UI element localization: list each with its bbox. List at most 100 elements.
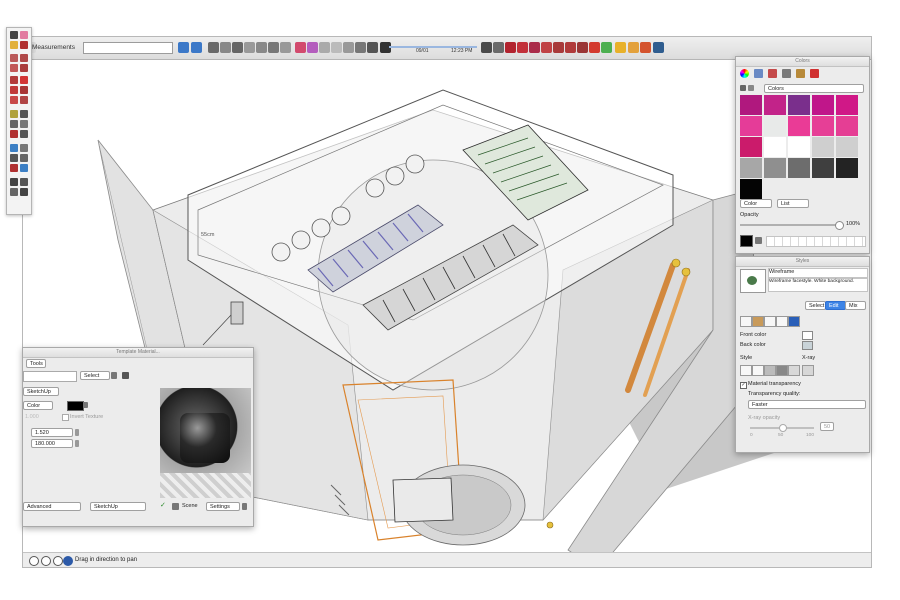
arc-tool-icon[interactable] (20, 54, 28, 62)
update-style-icon[interactable] (747, 276, 757, 285)
pencil-icon[interactable] (615, 42, 626, 53)
offset-tool-icon[interactable] (20, 96, 28, 104)
dimension-tool-icon[interactable] (20, 110, 28, 118)
geolocation-icon[interactable] (29, 556, 39, 566)
back-view-icon[interactable] (268, 42, 279, 53)
protractor-tool-icon[interactable] (10, 120, 18, 128)
move-tool-icon[interactable] (20, 76, 28, 84)
color-wheel-icon[interactable] (740, 69, 749, 78)
hidden-line-icon[interactable] (331, 42, 342, 53)
home-view-icon[interactable] (232, 42, 243, 53)
location-icon[interactable] (640, 42, 651, 53)
print-icon[interactable] (208, 42, 219, 53)
settings-button[interactable]: Settings (206, 502, 240, 511)
polygon-tool-icon[interactable] (20, 64, 28, 72)
palette-swatch[interactable] (788, 137, 810, 157)
preset-select[interactable]: Advanced (23, 502, 81, 511)
stepper-2-icon[interactable] (75, 440, 79, 447)
iso-view-icon[interactable] (220, 42, 231, 53)
palette-swatch[interactable] (812, 158, 834, 178)
background-settings-icon[interactable] (764, 316, 776, 327)
credits-icon[interactable] (41, 556, 51, 566)
image-palettes-icon[interactable] (782, 69, 791, 78)
undo-icon[interactable] (178, 42, 189, 53)
line-tool-icon[interactable] (20, 41, 28, 49)
palette-swatch[interactable] (836, 137, 858, 157)
color-dropdown[interactable]: Color (740, 199, 772, 208)
color-palettes-icon[interactable] (768, 69, 777, 78)
circle-tool-icon[interactable] (10, 64, 18, 72)
palette-swatch[interactable] (740, 137, 762, 157)
front-view-icon[interactable] (244, 42, 255, 53)
wireframe-icon[interactable] (319, 42, 330, 53)
palette-swatch[interactable] (740, 95, 762, 115)
style-name[interactable]: Wireframe (768, 268, 868, 278)
scene-icon[interactable] (172, 503, 179, 510)
xray-toggle-icon[interactable] (295, 42, 306, 53)
solid-split-icon[interactable] (565, 42, 576, 53)
xray-opacity-value[interactable]: 50 (820, 422, 834, 431)
apply-check-icon[interactable]: ✓ (160, 502, 168, 510)
solid-union-icon[interactable] (517, 42, 528, 53)
warehouse-icon[interactable] (589, 42, 600, 53)
binoculars-icon[interactable] (653, 42, 664, 53)
axes-tool-icon[interactable] (10, 130, 18, 138)
color-sliders-icon[interactable] (754, 69, 763, 78)
pan-tool-icon[interactable] (20, 144, 28, 152)
stepper-1-icon[interactable] (75, 429, 79, 436)
right-view-icon[interactable] (256, 42, 267, 53)
3dtext-tool-icon[interactable] (20, 130, 28, 138)
textured-icon[interactable] (355, 42, 366, 53)
recent-colors[interactable] (766, 236, 866, 247)
section-tool-icon[interactable] (20, 188, 28, 196)
xray-style-icon[interactable] (802, 365, 814, 376)
palette-select[interactable]: Colors (764, 84, 864, 93)
palette-swatch[interactable] (812, 137, 834, 157)
material-transparency-checkbox[interactable]: ✓ (740, 382, 747, 389)
select-tool-icon[interactable] (10, 31, 18, 39)
palette-swatch[interactable] (788, 158, 810, 178)
renderer-select[interactable]: SketchUp (23, 387, 59, 396)
section-cuts-icon[interactable] (505, 42, 516, 53)
palette-swatch[interactable] (740, 158, 762, 178)
style-description[interactable]: Wireframe facestyle. White background. (768, 278, 868, 292)
solid-trim-icon[interactable] (553, 42, 564, 53)
house-icon[interactable] (748, 85, 754, 91)
watermark-settings-icon[interactable] (776, 316, 788, 327)
pushpull-tool-icon[interactable] (10, 76, 18, 84)
back-edges-icon[interactable] (307, 42, 318, 53)
zoom-extents-icon[interactable] (10, 164, 18, 172)
invert-texture-checkbox[interactable] (62, 414, 69, 421)
palette-swatch[interactable] (812, 95, 834, 115)
scene-label[interactable]: Scene (182, 503, 198, 509)
palette-swatch[interactable] (764, 137, 786, 157)
palette-swatch[interactable] (788, 95, 810, 115)
tab-mix[interactable]: Mix (845, 301, 866, 310)
pencils-icon[interactable] (796, 69, 805, 78)
material-dropdown-icon[interactable] (111, 372, 117, 379)
redo-icon[interactable] (191, 42, 202, 53)
opacity-slider-knob[interactable] (835, 221, 844, 230)
instructor-icon[interactable] (63, 556, 73, 566)
tab-edit[interactable]: Edit (825, 301, 846, 310)
palette-swatch[interactable] (812, 116, 834, 136)
engine-select[interactable]: SketchUp (90, 502, 146, 511)
value-input-1[interactable]: 1.520 (31, 428, 73, 437)
solid-subtract-icon[interactable] (541, 42, 552, 53)
rectangle-tool-icon[interactable] (10, 54, 18, 62)
section-fill-icon[interactable] (493, 42, 504, 53)
palette-swatch[interactable] (740, 116, 762, 136)
monochrome-style-icon[interactable] (788, 365, 800, 376)
rotate-tool-icon[interactable] (10, 86, 18, 94)
shaded-icon[interactable] (343, 42, 354, 53)
material-name-field[interactable] (23, 371, 77, 382)
hidden-line-style-icon[interactable] (752, 365, 764, 376)
value-input-2[interactable]: 180.000 (31, 439, 73, 448)
followme-tool-icon[interactable] (10, 96, 18, 104)
shaded-style-icon[interactable] (764, 365, 776, 376)
select-button[interactable]: Select (80, 371, 110, 380)
position-camera-icon[interactable] (10, 178, 18, 186)
eyedropper-icon[interactable] (755, 237, 762, 244)
look-around-icon[interactable] (10, 188, 18, 196)
text-tool-icon[interactable] (20, 120, 28, 128)
